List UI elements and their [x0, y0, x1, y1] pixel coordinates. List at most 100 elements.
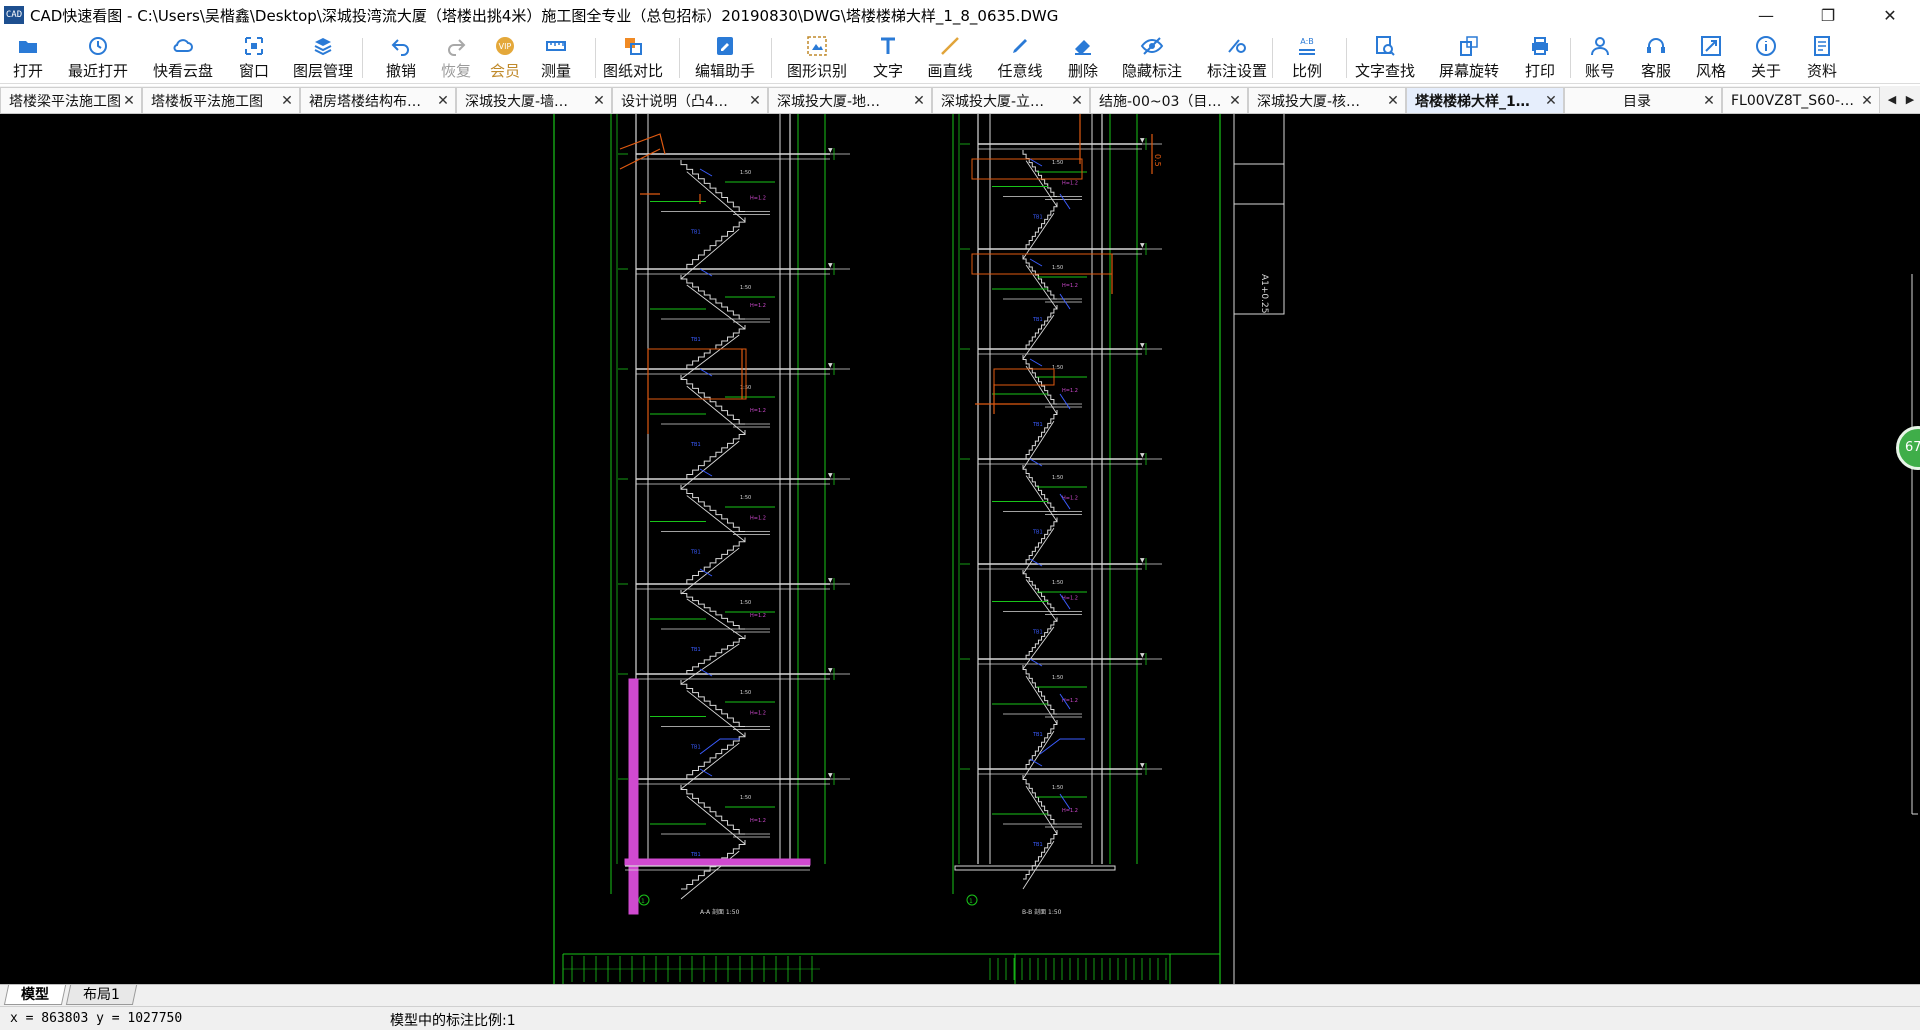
toolbar-compare-button[interactable]: 图纸对比 [601, 30, 665, 84]
tab-close-icon[interactable]: ✕ [1701, 93, 1717, 109]
document-tab[interactable]: 深城投大厦-立… ✕ [932, 87, 1090, 113]
annotation-scale-text: 模型中的标注比例:1 [390, 1013, 516, 1029]
toolbar-window-button[interactable]: 窗口 [222, 30, 286, 84]
tab-close-icon[interactable]: ✕ [747, 93, 763, 109]
cad-annotation-text: TB1 [1032, 842, 1043, 848]
cad-annotation-text: A1+0.25 [1259, 274, 1269, 313]
cad-drawing-stroke [1022, 355, 1057, 405]
cloud-icon [171, 34, 195, 58]
cad-drawing[interactable]: A1+0.25 ▼ 1:50 TB1 H=1.2 ▼ 1:50 TB1 H=1.2 ▼ 1:50 TB… [0, 114, 1920, 984]
toolbar-open-button[interactable]: 打开 [0, 30, 60, 84]
cad-drawing-stroke [1059, 293, 1071, 310]
toolbar-about-label: 关于 [1750, 62, 1781, 80]
maximize-button[interactable]: ❐ [1800, 0, 1856, 30]
cad-drawing-stroke [680, 160, 745, 212]
document-tab[interactable]: 结施-00~03（目… ✕ [1090, 87, 1248, 113]
document-tab[interactable]: 目录 ✕ [1564, 87, 1722, 113]
document-tab[interactable]: 塔楼楼梯大样_1… ✕ [1406, 87, 1564, 113]
tab-close-icon[interactable]: ✕ [435, 93, 451, 109]
tab-close-icon[interactable]: ✕ [911, 93, 927, 109]
toolbar-edit-button[interactable]: 编辑助手 [693, 30, 757, 84]
document-tab-label: 塔楼楼梯大样_1… [1415, 93, 1530, 110]
drawing-canvas[interactable]: A1+0.25 ▼ 1:50 TB1 H=1.2 ▼ 1:50 TB1 H=1.2 ▼ 1:50 TB… [0, 114, 1920, 984]
toolbar-ratio-button[interactable]: A:B 比例 [1275, 30, 1339, 84]
document-tab[interactable]: 塔楼梁平法施工图 ✕ [0, 87, 142, 113]
toolbar-layers-button[interactable]: 图层管理 [291, 30, 355, 84]
tab-close-icon[interactable]: ✕ [121, 93, 137, 109]
document-tab[interactable]: 塔楼板平法施工图 ✕ [142, 87, 300, 113]
layout-tab-model[interactable]: 模型 [3, 985, 67, 1005]
toolbar-dimset-button[interactable]: 标注设置 [1205, 30, 1269, 84]
toolbar-window-label: 窗口 [238, 62, 269, 80]
tab-close-icon[interactable]: ✕ [591, 93, 607, 109]
toolbar-separator [1346, 38, 1347, 78]
document-tab-label: 塔楼梁平法施工图 [9, 93, 121, 110]
tab-close-icon[interactable]: ✕ [1069, 93, 1085, 109]
toolbar-rotate-button[interactable]: 屏幕旋转 [1437, 30, 1501, 84]
toolbar-print-button[interactable]: 打印 [1508, 30, 1572, 84]
toolbar-delete-label: 删除 [1067, 62, 1098, 80]
document-tab[interactable]: FL00VZ8T_S60-… ✕ [1722, 87, 1880, 113]
tab-close-icon[interactable]: ✕ [1859, 93, 1875, 109]
close-button[interactable]: ✕ [1862, 0, 1918, 30]
toolbar-line-button[interactable]: 画直线 [918, 30, 982, 84]
app-logo-icon: CAD [4, 6, 24, 24]
toolbar-recent-button[interactable]: 最近打开 [66, 30, 130, 84]
document-tab[interactable]: 深城投大厦-墙… ✕ [456, 87, 612, 113]
toolbar-recognize-button[interactable]: 图形识别 [785, 30, 849, 84]
user-icon [1588, 34, 1612, 58]
toolbar-dimset-label: 标注设置 [1206, 62, 1267, 80]
toolbar-freeline-button[interactable]: 任意线 [988, 30, 1052, 84]
cad-drawing-stroke [1023, 305, 1058, 350]
dim-settings-icon [1225, 34, 1249, 58]
toolbar-undo-label: 撤销 [385, 62, 416, 80]
cad-drawing-stroke [1022, 775, 1057, 825]
cad-drawing-stroke [1022, 420, 1055, 470]
cad-annotation-text: ▼ [828, 147, 833, 154]
toolbar-measure-button[interactable]: 测量 [524, 30, 588, 84]
cad-annotation-text: H=1.2 [750, 516, 766, 522]
toolbar-text-button[interactable]: 文字 [856, 30, 920, 84]
cad-annotation-text: 1:50 [740, 285, 751, 291]
cad-drawing-stroke [1023, 617, 1058, 660]
document-tab[interactable]: 深城投大厦-核… ✕ [1248, 87, 1406, 113]
cad-drawing-stroke [1023, 517, 1058, 565]
tab-scroll-next-icon[interactable]: ▶ [1902, 88, 1918, 112]
cad-annotation-text: TB1 [1032, 317, 1043, 323]
toolbar-hide-label: 隐藏标注 [1121, 62, 1182, 80]
cad-drawing-stroke [680, 440, 740, 490]
toolbar-docs-button[interactable]: 资料 [1790, 30, 1854, 84]
toolbar-about-button[interactable]: 关于 [1734, 30, 1798, 84]
toolbar-service-label: 客服 [1640, 62, 1671, 80]
tab-close-icon[interactable]: ✕ [1227, 93, 1243, 109]
document-tab[interactable]: 设计说明（凸4… ✕ [612, 87, 768, 113]
toolbar-measure-label: 测量 [540, 62, 571, 80]
cad-annotation-text: 0.5 [1153, 154, 1162, 167]
document-tab-label: 裙房塔楼结构布… [309, 93, 421, 110]
toolbar-delete-button[interactable]: 删除 [1051, 30, 1115, 84]
cad-annotation-text: ▼ [828, 362, 833, 369]
cad-annotation-text: H=1.2 [750, 196, 766, 202]
tab-close-icon[interactable]: ✕ [279, 93, 295, 109]
cad-annotation-text: ▼ [828, 667, 833, 674]
cad-annotation-text: TB1 [1032, 630, 1043, 636]
cad-annotation-text: ▼ [828, 472, 833, 479]
minimize-button[interactable]: — [1738, 0, 1794, 30]
toolbar-redo-label: 恢复 [440, 62, 471, 80]
toolbar-layers-label: 图层管理 [292, 62, 353, 80]
toolbar-cloud-button[interactable]: 快看云盘 [151, 30, 215, 84]
tab-close-icon[interactable]: ✕ [1385, 93, 1401, 109]
document-tab[interactable]: 裙房塔楼结构布… ✕ [300, 87, 456, 113]
toolbar-find-button[interactable]: 文字查找 [1353, 30, 1417, 84]
layout-tab-layout1[interactable]: 布局1 [65, 985, 138, 1005]
document-tab[interactable]: 深城投大厦-地… ✕ [768, 87, 932, 113]
toolbar-hide-button[interactable]: 隐藏标注 [1120, 30, 1184, 84]
cad-annotation-text: TB1 [1032, 732, 1043, 738]
cad-annotation-text: TB1 [690, 337, 701, 343]
toolbar-docs-label: 资料 [1806, 62, 1837, 80]
tab-close-icon[interactable]: ✕ [1543, 93, 1559, 109]
cad-annotation-text: H=1.2 [750, 303, 766, 309]
toolbar-account-button[interactable]: 账号 [1568, 30, 1632, 84]
tab-scroll-prev-icon[interactable]: ◀ [1884, 88, 1900, 112]
cad-drawing-stroke [1059, 793, 1071, 810]
